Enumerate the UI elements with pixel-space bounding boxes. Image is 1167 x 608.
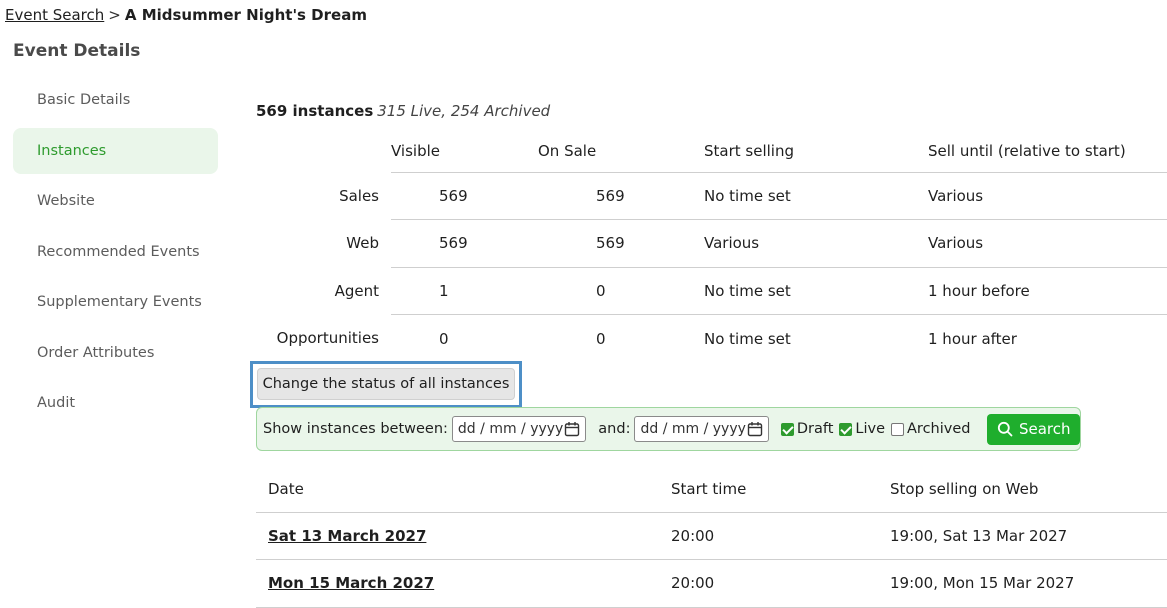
status-visible-value: 1 [391, 266, 538, 315]
draft-checkbox[interactable]: Draft [780, 421, 834, 437]
draft-checkbox-box[interactable] [780, 422, 794, 436]
instance-stop-selling: 19:00, Mon 15 Mar 2027 [878, 559, 1167, 608]
instance-date-cell: Mon 15 March 2027 [256, 559, 659, 608]
calendar-icon[interactable] [564, 421, 580, 437]
status-start-selling-value: No time set [704, 266, 928, 315]
instances-header-stop-selling: Stop selling on Web [878, 466, 1167, 513]
status-row-sales: Sales 569 569 No time set Various [256, 171, 1167, 220]
instances-header-start-time: Start time [659, 466, 878, 513]
status-start-selling-value: No time set [704, 171, 928, 220]
sidebar-item-supplementary-events[interactable]: Supplementary Events [13, 279, 218, 325]
archived-checkbox-box[interactable] [891, 422, 905, 436]
status-on-sale-value: 569 [538, 219, 704, 267]
channel-status-table: Visible On Sale Start selling Sell until… [256, 130, 1167, 362]
sidebar: Basic Details Instances Website Recommen… [13, 77, 218, 431]
status-on-sale-value: 569 [538, 171, 704, 220]
archived-checkbox[interactable]: Archived [891, 421, 970, 437]
change-status-focus-ring: Change the status of all instances [250, 361, 522, 408]
from-date-input[interactable]: dd / mm / yyyy [451, 416, 587, 442]
breadcrumb-separator: > [108, 6, 121, 24]
instance-stop-selling: 19:00, Sat 13 Mar 2027 [878, 512, 1167, 560]
status-row-label: Sales [339, 186, 379, 205]
to-date-input[interactable]: dd / mm / yyyy [634, 416, 769, 442]
status-visible-value: 569 [391, 171, 538, 220]
breadcrumb: Event Search > A Midsummer Night's Dream [5, 6, 367, 24]
live-checkbox[interactable]: Live [839, 421, 885, 437]
status-header-blank [256, 130, 391, 172]
sidebar-item-order-attributes[interactable]: Order Attributes [13, 330, 218, 376]
live-checkbox-box[interactable] [839, 422, 853, 436]
status-sell-until-value: 1 hour before [928, 266, 1167, 315]
calendar-icon[interactable] [747, 421, 763, 437]
instance-start-time: 20:00 [659, 512, 878, 560]
instance-start-time: 20:00 [659, 559, 878, 608]
filter-and-label: and: [598, 421, 631, 437]
status-sell-until-value: 1 hour after [928, 314, 1167, 362]
status-row-label: Web [346, 234, 379, 253]
archived-checkbox-label: Archived [907, 421, 971, 437]
status-sell-until-value: Various [928, 219, 1167, 267]
sidebar-item-audit[interactable]: Audit [13, 380, 218, 426]
sidebar-item-basic-details[interactable]: Basic Details [13, 77, 218, 123]
sidebar-item-recommended-events[interactable]: Recommended Events [13, 229, 218, 275]
status-visible-value: 569 [391, 219, 538, 267]
status-visible-value: 0 [391, 314, 538, 362]
status-start-selling-value: Various [704, 219, 928, 267]
instances-table: Date Start time Stop selling on Web Sat … [256, 466, 1167, 608]
breadcrumb-current: A Midsummer Night's Dream [124, 6, 367, 24]
instances-header-row: Date Start time Stop selling on Web [256, 466, 1167, 513]
breadcrumb-event-search-link[interactable]: Event Search [5, 6, 104, 24]
instances-header-date: Date [256, 466, 659, 513]
draft-checkbox-label: Draft [796, 421, 834, 437]
status-table-header-row: Visible On Sale Start selling Sell until… [256, 130, 1167, 173]
status-on-sale-value: 0 [538, 314, 704, 362]
status-row-label: Agent [334, 281, 379, 300]
table-row: Sat 13 March 2027 20:00 19:00, Sat 13 Ma… [256, 512, 1167, 560]
table-row: Mon 15 March 2027 20:00 19:00, Mon 15 Ma… [256, 559, 1167, 608]
status-header-start-selling: Start selling [704, 130, 928, 173]
instance-date-link[interactable]: Sat 13 March 2027 [268, 527, 426, 545]
status-row-agent: Agent 1 0 No time set 1 hour before [256, 266, 1167, 315]
instance-date-cell: Sat 13 March 2027 [256, 512, 659, 560]
status-row-web: Web 569 569 Various Various [256, 219, 1167, 267]
instances-summary: 569 instances 315 Live, 254 Archived [256, 102, 550, 120]
status-sell-until-value: Various [928, 171, 1167, 220]
status-start-selling-value: No time set [704, 314, 928, 362]
instance-date-link[interactable]: Mon 15 March 2027 [268, 574, 434, 592]
status-header-sell-until: Sell until (relative to start) [928, 130, 1167, 173]
to-date-placeholder: dd / mm / yyyy [640, 421, 746, 437]
status-header-on-sale: On Sale [538, 130, 704, 173]
status-on-sale-value: 0 [538, 266, 704, 315]
filter-between-label: Show instances between: [263, 421, 448, 437]
from-date-placeholder: dd / mm / yyyy [457, 421, 564, 437]
search-button-label: Search [1018, 420, 1071, 438]
status-header-visible: Visible [391, 130, 538, 173]
section-title: Event Details [13, 41, 141, 61]
sidebar-item-website[interactable]: Website [13, 178, 218, 224]
change-status-all-instances-button[interactable]: Change the status of all instances [257, 368, 515, 400]
sidebar-item-instances[interactable]: Instances [13, 127, 218, 174]
live-checkbox-label: Live [855, 421, 886, 437]
status-row-opportunities: Opportunities 0 0 No time set 1 hour aft… [256, 314, 1167, 362]
search-icon [997, 421, 1013, 437]
instance-filter-bar: Show instances between: dd / mm / yyyy a… [256, 407, 1081, 451]
status-row-label: Opportunities [276, 329, 379, 348]
search-button[interactable]: Search [987, 413, 1081, 445]
instances-count-detail: 315 Live, 254 Archived [377, 102, 551, 120]
instances-count: 569 instances [256, 102, 374, 120]
